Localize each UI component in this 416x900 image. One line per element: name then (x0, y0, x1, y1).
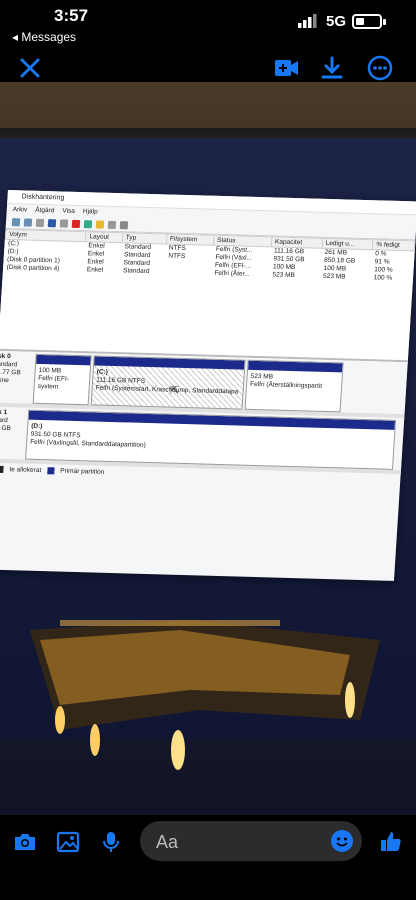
legend-unallocated: te allokerat (9, 465, 42, 474)
disk-management-window: Diskhantering Arkiv Åtgärd Visa Hjälp Vo… (0, 190, 416, 581)
disk-1-label[interactable]: Disk 1 andard 1.50 GB line (0, 409, 28, 442)
volume-list: Volym Layout Typ Filsystem Status Kapaci… (0, 228, 416, 363)
network-label: 5G (326, 13, 347, 30)
cell (164, 268, 212, 277)
wallpaper-lights (30, 620, 380, 770)
clock: 3:57 (54, 6, 89, 25)
cell: 523 MB (272, 271, 296, 280)
status-bar: 3:57 ◂ Messages 5G (0, 0, 416, 48)
primary-swatch (47, 466, 55, 474)
back-to-messages-link[interactable]: ◂ Messages (12, 30, 76, 44)
partition-line: Felfri (Återställningspartit (249, 380, 323, 390)
menu-visa[interactable]: Visa (62, 208, 75, 216)
partition-efi[interactable]: 100 MB Felfri (EFI-system (32, 353, 92, 406)
message-input[interactable]: Aa (140, 821, 362, 861)
composer-bar: Aa (0, 815, 416, 900)
message-placeholder: Aa (156, 832, 179, 852)
legend-primary: Primär partition (60, 467, 105, 476)
cell: Enkel (86, 266, 104, 274)
battery-icon (352, 14, 382, 29)
check-icon[interactable] (83, 220, 93, 229)
partition-d[interactable]: (D:) 931.50 GB NTFS Felfri (Växlingsfil,… (25, 409, 397, 470)
disk-label-line: 1.50 GB (0, 424, 12, 433)
menu-arkiv[interactable]: Arkiv (12, 206, 28, 214)
close-icon[interactable] (16, 54, 44, 82)
forward-icon[interactable] (23, 218, 33, 227)
disk-label-line: line (0, 433, 27, 442)
disk-0-label[interactable]: Disk 0 Standard 111.77 GB Online (0, 353, 32, 386)
microphone-icon[interactable] (98, 829, 124, 855)
partition-c[interactable]: (C:) 111.16 GB NTFS Felfri (Systemstart,… (90, 355, 246, 410)
cell: 523 MB (322, 272, 346, 281)
camera-icon[interactable] (12, 829, 38, 855)
properties-icon[interactable] (59, 219, 69, 228)
cell: (Disk 0 partition 4) (6, 263, 60, 273)
cell: Standard (122, 267, 150, 275)
mouse-cursor-icon: ⇱ (170, 385, 180, 397)
cell: Enkel (88, 242, 105, 250)
thumbs-up-icon[interactable] (378, 829, 404, 855)
disk-1-row: Disk 1 andard 1.50 GB line (D:) 931.50 G… (0, 406, 405, 475)
menu-hjalp[interactable]: Hjälp (83, 208, 98, 216)
list-icon[interactable] (35, 218, 45, 228)
disk-label-line: Online (0, 376, 10, 385)
view-icon[interactable] (119, 221, 129, 230)
search-icon[interactable] (107, 220, 117, 230)
forward-video-icon[interactable] (272, 54, 300, 82)
partition-recovery[interactable]: 523 MB Felfri (Återställningspartit (244, 359, 344, 413)
more-options-icon[interactable] (366, 54, 394, 82)
cell: 100 % (373, 274, 393, 282)
cell: Felfri (Åter... (214, 269, 251, 278)
back-icon[interactable] (11, 218, 21, 227)
partition-line: Felfri (EFI-system (37, 374, 70, 391)
help-icon[interactable] (47, 219, 57, 228)
folder-icon[interactable] (95, 220, 105, 229)
battery-tip (383, 19, 386, 25)
gallery-icon[interactable] (55, 829, 81, 855)
download-icon[interactable] (318, 54, 346, 82)
unallocated-swatch (0, 465, 4, 473)
signal-icon (298, 14, 317, 28)
emoji-icon[interactable] (330, 829, 354, 853)
delete-icon[interactable] (71, 219, 81, 229)
menu-atgard[interactable]: Åtgärd (35, 207, 55, 216)
